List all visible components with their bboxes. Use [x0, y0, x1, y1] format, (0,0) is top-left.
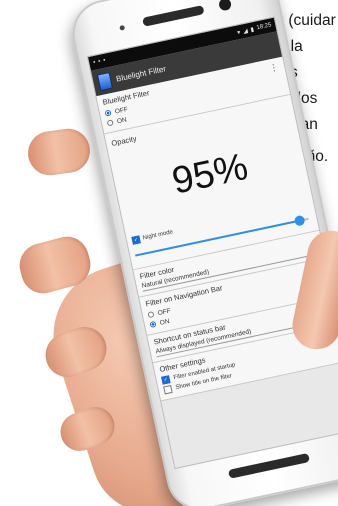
- status-time: 18:25: [256, 22, 273, 32]
- checkbox-checked-icon[interactable]: ✓: [161, 375, 171, 385]
- battery-icon: ▮: [250, 26, 255, 34]
- app-title: Bluelight Filter: [115, 63, 167, 84]
- app-logo-icon: [96, 71, 114, 91]
- overflow-menu-icon[interactable]: ⋮: [268, 62, 279, 74]
- radio-selected-icon[interactable]: [104, 109, 112, 117]
- radio-unselected-icon[interactable]: [147, 311, 155, 319]
- notification-icon: ▪: [102, 57, 107, 64]
- earpiece-speaker: [142, 5, 205, 27]
- checkbox-unchecked-icon[interactable]: [163, 384, 173, 395]
- notification-icon: ▪: [92, 59, 97, 67]
- photo-scene: tro (cuidar cir la s ue los nan eño. o, …: [0, 0, 338, 506]
- checkbox-label: Night mode: [142, 229, 174, 242]
- slider-thumb[interactable]: [293, 214, 306, 227]
- front-camera: [217, 0, 233, 12]
- checkbox-checked-icon[interactable]: ✓: [131, 235, 141, 245]
- bottom-speaker: [227, 452, 311, 479]
- radio-label: ON: [159, 317, 171, 327]
- section-title: Opacity: [110, 133, 138, 148]
- night-mode-checkbox[interactable]: ✓ Night mode: [131, 228, 174, 245]
- finger: [25, 125, 93, 179]
- proximity-sensor: [119, 24, 126, 31]
- signal-icon: ◢: [242, 27, 249, 35]
- notification-icon: ▪: [97, 58, 102, 65]
- radio-selected-icon[interactable]: [149, 320, 157, 328]
- radio-label: ON: [116, 115, 128, 125]
- radio-unselected-icon[interactable]: [106, 119, 114, 127]
- notification-icons: ▪ ▪ ▪: [93, 58, 106, 66]
- opacity-value: 95%: [168, 145, 252, 203]
- wifi-icon: ▾: [236, 29, 241, 36]
